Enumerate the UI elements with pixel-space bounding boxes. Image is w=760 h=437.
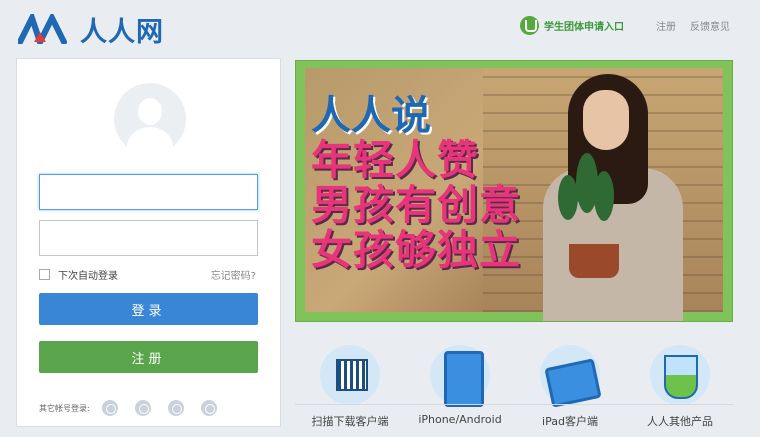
other-accounts-login: 其它帐号登录:	[39, 400, 234, 416]
cactus-plant	[558, 153, 618, 238]
client-downloads: 扫描下载客户端 iPhone/Android iPad客户端 人人其他产品	[295, 345, 735, 429]
other-accounts-label: 其它帐号登录:	[39, 403, 90, 413]
tablet-icon	[540, 345, 600, 405]
client-iphone-android[interactable]: iPhone/Android	[405, 345, 515, 426]
renren-logo[interactable]: 人人网	[17, 10, 164, 48]
qr-code-icon	[320, 345, 380, 405]
flask-icon	[650, 345, 710, 405]
student-entry-link[interactable]: 学生团体申请入口	[520, 16, 624, 35]
student-group-icon	[520, 16, 539, 35]
default-avatar-icon	[114, 83, 186, 155]
login-panel: 下次自动登录 忘记密码? 登录 注册 其它帐号登录:	[16, 58, 281, 427]
remember-label: 下次自动登录	[58, 271, 118, 282]
register-button[interactable]: 注册	[39, 341, 258, 373]
banner-girl-figure	[533, 68, 683, 321]
header-feedback-link[interactable]: 反馈意见	[690, 18, 730, 33]
header-links: 学生团体申请入口 注册 反馈意见	[520, 16, 730, 35]
logo-text: 人人网	[80, 16, 164, 48]
client-ipad[interactable]: iPad客户端	[515, 345, 625, 429]
client-label: iPhone/Android	[418, 413, 502, 426]
upload-icon[interactable]	[167, 400, 184, 416]
client-other-products[interactable]: 人人其他产品	[625, 345, 735, 429]
divider	[295, 404, 733, 405]
slogan-brand: 人人说	[311, 93, 431, 139]
banner-slogan: 人人说 年轻人赞 男孩有创意 女孩够独立	[311, 96, 521, 271]
paw-icon[interactable]	[200, 400, 217, 416]
header-register-link[interactable]: 注册	[656, 18, 676, 33]
logo-people-icon	[17, 10, 78, 45]
forgot-password-link[interactable]: 忘记密码?	[211, 267, 256, 282]
client-qr[interactable]: 扫描下载客户端	[295, 345, 405, 429]
slogan-line-1: 年轻人赞	[311, 136, 479, 184]
login-button[interactable]: 登录	[39, 293, 258, 325]
remember-checkbox[interactable]	[39, 269, 50, 280]
password-input[interactable]	[39, 220, 258, 256]
student-entry-label: 学生团体申请入口	[544, 22, 624, 33]
client-label: 扫描下载客户端	[311, 415, 389, 428]
slogan-line-2: 男孩有创意	[311, 181, 521, 229]
sina-icon[interactable]	[134, 400, 151, 416]
username-input[interactable]	[39, 174, 258, 210]
slogan-line-3: 女孩够独立	[311, 226, 521, 274]
client-label: 人人其他产品	[647, 415, 713, 428]
client-label: iPad客户端	[542, 415, 598, 428]
phone-icon	[430, 345, 490, 407]
banner-photo: 人人说 年轻人赞 男孩有创意 女孩够独立	[305, 68, 723, 321]
mobile-network-icon[interactable]	[101, 400, 118, 416]
remember-me[interactable]: 下次自动登录	[39, 267, 118, 282]
promo-banner[interactable]: 人人说 年轻人赞 男孩有创意 女孩够独立	[295, 60, 733, 322]
